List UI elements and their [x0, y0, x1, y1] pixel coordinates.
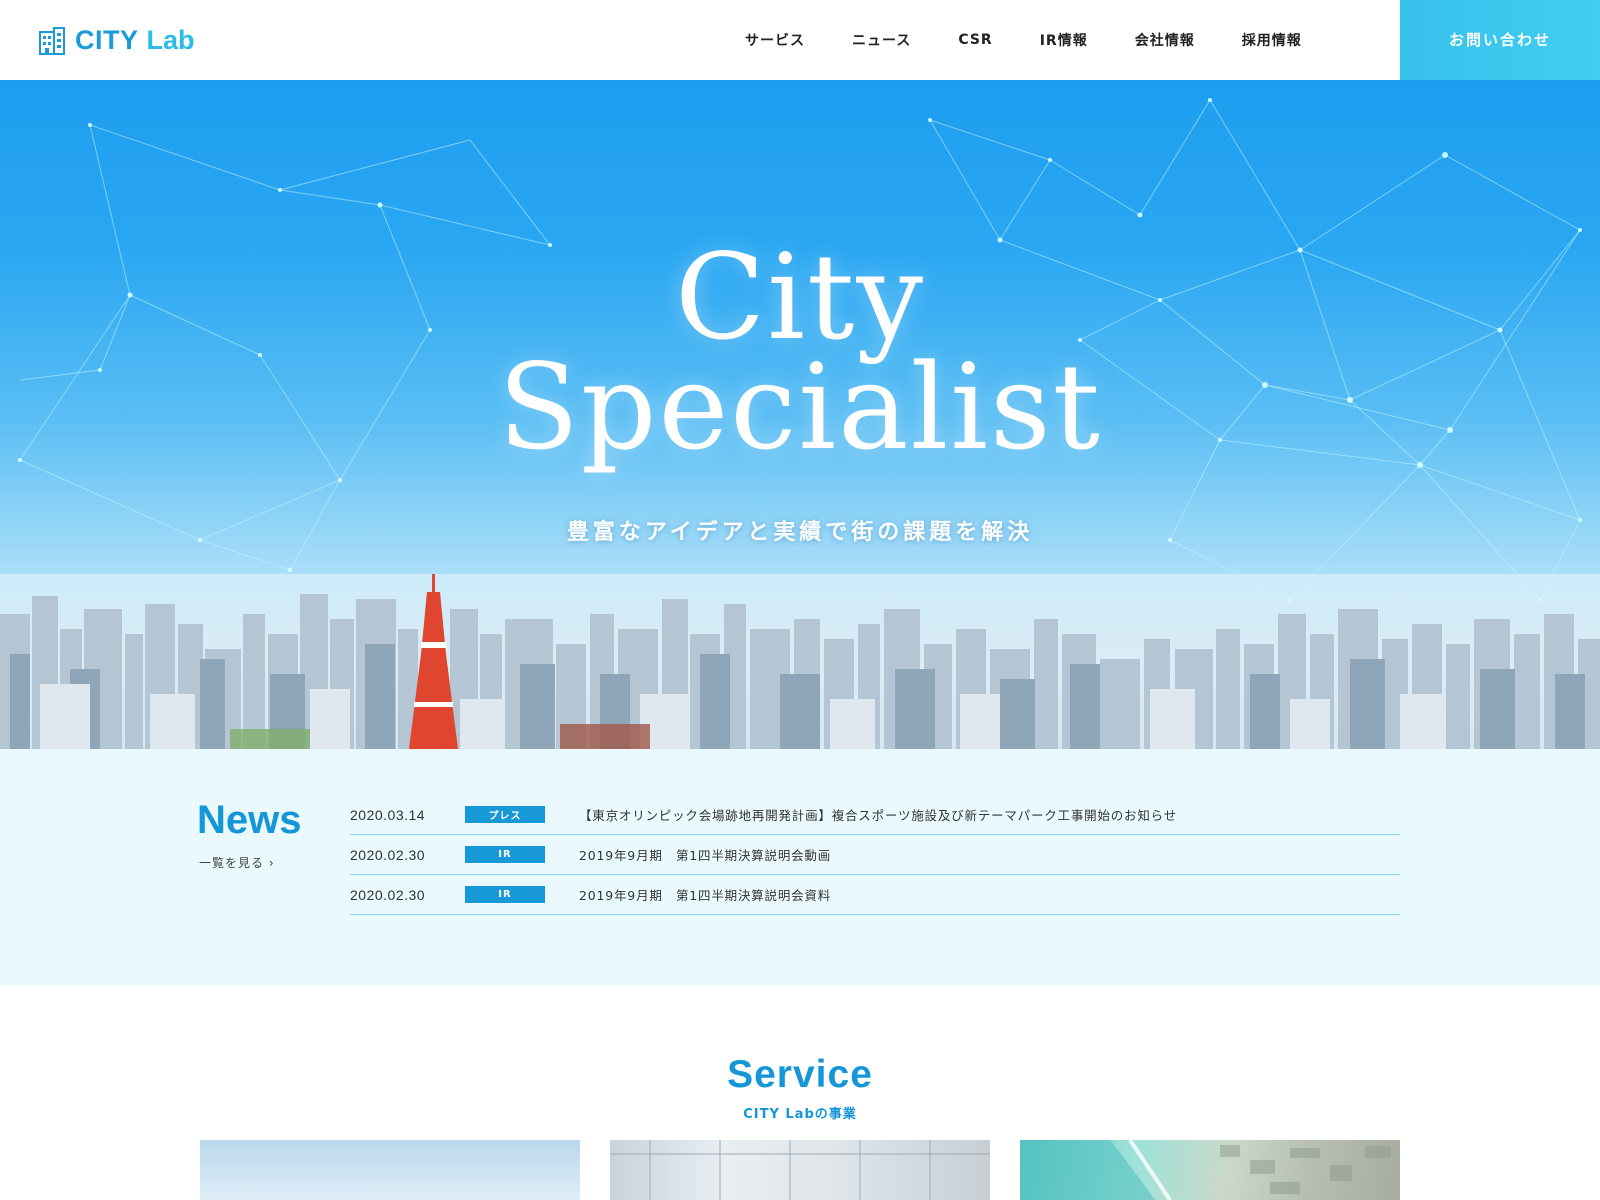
service-subtitle: CITY Labの事業: [743, 1107, 857, 1122]
logo-text-lab: Lab: [146, 25, 195, 55]
nav-item-ir[interactable]: IR情報: [1040, 30, 1088, 50]
nav-item-company[interactable]: 会社情報: [1135, 30, 1195, 50]
news-list: 2020.03.14 プレス 【東京オリンピック会場跡地再開発計画】複合スポーツ…: [350, 795, 1400, 915]
news-section: News 一覧を見る › 2020.03.14 プレス 【東京オリンピック会場跡…: [0, 749, 1600, 985]
news-more-link[interactable]: 一覧を見る ›: [199, 854, 275, 871]
contact-button[interactable]: お問い合わせ: [1400, 0, 1600, 80]
service-card-image[interactable]: [1020, 1140, 1400, 1200]
news-date: 2020.02.30: [350, 846, 426, 863]
service-card-image[interactable]: [610, 1140, 990, 1200]
news-headline[interactable]: 2019年9月期 第1四半期決算説明会動画: [579, 845, 831, 864]
site-logo[interactable]: CITY Lab: [39, 25, 195, 56]
news-category-badge: IR: [465, 846, 545, 863]
city-skyline-image: [0, 574, 1600, 749]
news-item[interactable]: 2020.02.30 IR 2019年9月期 第1四半期決算説明会動画: [350, 835, 1400, 875]
coastline-aerial-image: [1020, 1140, 1391, 1200]
site-header: CITY Lab サービス ニュース CSR IR情報 会社情報 採用情報 お問…: [0, 0, 1600, 80]
hero-subtitle: 豊富なアイデアと実績で街の課題を解決: [566, 520, 1034, 545]
hero-banner: City Specialist 豊富なアイデアと実績で街の課題を解決: [0, 80, 1600, 749]
building-facade-image: [610, 1140, 990, 1200]
news-category-badge: IR: [465, 886, 545, 903]
news-headline[interactable]: 2019年9月期 第1四半期決算説明会資料: [579, 885, 831, 904]
hero-title-line2: Specialist: [498, 338, 1102, 476]
nav-item-service[interactable]: サービス: [745, 30, 805, 50]
news-headline[interactable]: 【東京オリンピック会場跡地再開発計画】複合スポーツ施設及び新テーマパーク工事開始…: [579, 805, 1177, 824]
building-icon: [39, 26, 65, 55]
news-date: 2020.02.30: [350, 886, 426, 903]
main-nav: サービス ニュース CSR IR情報 会社情報 採用情報: [745, 0, 1349, 80]
news-item[interactable]: 2020.02.30 IR 2019年9月期 第1四半期決算説明会資料: [350, 875, 1400, 915]
news-date: 2020.03.14: [350, 806, 426, 823]
nav-item-recruit[interactable]: 採用情報: [1242, 30, 1302, 50]
nav-item-news[interactable]: ニュース: [852, 30, 911, 50]
nav-item-csr[interactable]: CSR: [958, 32, 992, 48]
service-card-image[interactable]: [200, 1140, 580, 1200]
news-title: News: [197, 798, 302, 842]
logo-text-city: CITY: [75, 25, 139, 55]
service-title: Service: [727, 1053, 873, 1096]
news-category-badge: プレス: [465, 806, 545, 823]
news-item[interactable]: 2020.03.14 プレス 【東京オリンピック会場跡地再開発計画】複合スポーツ…: [350, 795, 1400, 835]
